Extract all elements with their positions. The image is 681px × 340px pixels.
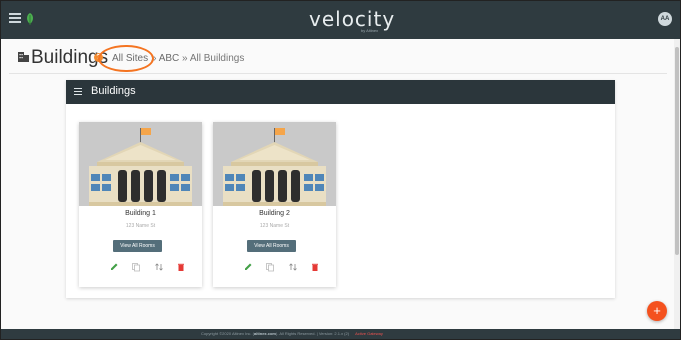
building-image	[79, 122, 202, 206]
add-building-button[interactable]: +	[647, 301, 667, 321]
building-card[interactable]: Building 1 123 Name St View All Rooms	[79, 122, 202, 287]
scrollbar-thumb[interactable]	[675, 47, 679, 255]
building-image	[213, 122, 336, 206]
app-frame: velocity by Altinex AA Buildings ? All S…	[0, 0, 681, 340]
gateway-status: Active Gateway	[355, 331, 383, 336]
building-address: 123 Name St	[259, 223, 290, 229]
footer: Copyright ©2020 Altinex Inc. (altinex.co…	[1, 329, 680, 339]
card-actions	[213, 262, 336, 272]
annotation-circle	[98, 45, 154, 72]
panel-menu-icon[interactable]	[74, 88, 82, 97]
view-all-rooms-button[interactable]: View All Rooms	[247, 240, 296, 252]
leaf-icon[interactable]	[25, 12, 35, 26]
view-all-rooms-button[interactable]: View All Rooms	[113, 240, 162, 252]
copy-icon[interactable]	[131, 262, 141, 272]
building-name: Building 1	[125, 210, 156, 217]
brand-logo: velocity	[309, 7, 396, 31]
copyright-text: Copyright ©2020 Altinex Inc. (	[201, 331, 254, 336]
trash-icon[interactable]	[310, 262, 320, 272]
panel-title: Buildings	[91, 85, 136, 97]
scrollbar[interactable]	[674, 39, 680, 329]
hamburger-icon[interactable]	[9, 13, 21, 25]
card-actions	[79, 262, 202, 272]
panel-header: Buildings	[66, 80, 615, 104]
altinex-link[interactable]: altinex.com	[254, 331, 276, 336]
copy-icon[interactable]	[265, 262, 275, 272]
building-name: Building 2	[259, 210, 290, 217]
version-text: ). All Rights Reserved. | Version: 2.1.x…	[276, 331, 350, 336]
footer-text: Copyright ©2020 Altinex Inc. (altinex.co…	[201, 331, 383, 336]
breadcrumb-separator: »	[182, 53, 188, 64]
pencil-icon[interactable]	[109, 262, 119, 272]
building-card[interactable]: Building 2 123 Name St View All Rooms	[213, 122, 336, 287]
building-address: 123 Name St	[125, 223, 156, 229]
brand-subtitle: by Altinex	[361, 28, 379, 33]
pencil-icon[interactable]	[243, 262, 253, 272]
buildings-panel: Buildings Building 1 123 Name St View Al…	[66, 80, 615, 298]
top-bar: velocity by Altinex AA	[1, 1, 680, 39]
header-divider	[9, 73, 667, 74]
trash-icon[interactable]	[176, 262, 186, 272]
breadcrumb-current: All Buildings	[189, 53, 245, 64]
move-icon[interactable]	[154, 262, 164, 272]
move-icon[interactable]	[288, 262, 298, 272]
breadcrumb-org-link[interactable]: ABC	[159, 53, 180, 64]
avatar[interactable]: AA	[658, 12, 672, 26]
building-icon	[18, 52, 29, 62]
